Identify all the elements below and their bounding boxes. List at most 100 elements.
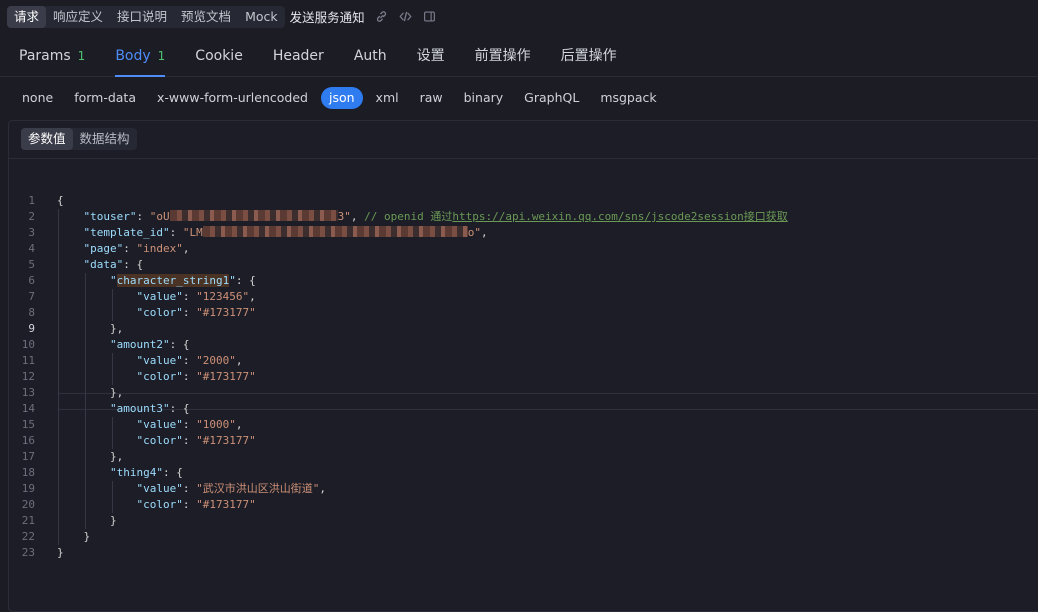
code-line: 18 "thing4": { xyxy=(9,465,1038,481)
line-number: 16 xyxy=(21,434,35,447)
json-string: 3" xyxy=(337,210,351,223)
code-comment: 接口获取 xyxy=(743,210,788,223)
body-type-xml[interactable]: xml xyxy=(368,87,407,109)
body-type-none[interactable]: none xyxy=(14,87,61,109)
seg-api-description[interactable]: 接口说明 xyxy=(110,6,174,28)
line-number: 12 xyxy=(21,370,35,383)
code-icon[interactable] xyxy=(399,10,413,24)
code-line: 1{ xyxy=(9,193,1038,209)
json-key: " xyxy=(109,274,117,287)
tab-cookie[interactable]: Cookie xyxy=(180,34,258,76)
line-number: 1 xyxy=(28,194,35,207)
json-key: " xyxy=(229,274,236,287)
tab-label: Auth xyxy=(353,48,387,64)
code-line: 5 "data": { xyxy=(9,257,1038,273)
tab-post-operations[interactable]: 后置操作 xyxy=(546,34,632,76)
body-type-raw[interactable]: raw xyxy=(412,87,451,109)
body-type-selector: none form-data x-www-form-urlencoded jso… xyxy=(0,86,667,110)
redacted-openid xyxy=(169,210,338,221)
view-data-structure[interactable]: 数据结构 xyxy=(73,128,137,150)
code-line: 15 "value": "1000", xyxy=(9,417,1038,433)
line-number: 13 xyxy=(21,386,35,399)
code-line: 3 "template_id": "LM o", xyxy=(9,225,1038,241)
json-key: "color" xyxy=(136,434,183,447)
json-string: "#173177" xyxy=(196,370,256,383)
code-line: 23} xyxy=(9,545,1038,561)
code-line: 2 "touser": "oU 3", // openid 通过https://a… xyxy=(9,209,1038,225)
tab-label: Header xyxy=(272,48,324,64)
code-line: 16 "color": "#173177" xyxy=(9,433,1038,449)
json-key: "touser" xyxy=(83,210,137,223)
tab-label: Cookie xyxy=(195,48,243,64)
line-number: 5 xyxy=(28,258,35,271)
line-number: 23 xyxy=(21,546,35,559)
request-toolbar: 请求 响应定义 接口说明 预览文档 Mock 发送服务通知 xyxy=(0,0,1038,33)
json-key: "value" xyxy=(136,290,183,303)
json-key: "amount3" xyxy=(109,402,170,415)
body-view-switcher: 参数值 数据结构 xyxy=(21,128,137,150)
json-string: "oU xyxy=(149,210,170,223)
json-string: "2000" xyxy=(196,354,236,367)
json-string: "武汉市洪山区洪山街道" xyxy=(196,482,320,495)
json-string: "#173177" xyxy=(196,498,256,511)
tab-auth[interactable]: Auth xyxy=(339,34,402,76)
json-key: "value" xyxy=(136,354,183,367)
line-number: 7 xyxy=(28,290,35,303)
code-line: 13 }, xyxy=(9,385,1038,401)
json-key: "color" xyxy=(136,498,183,511)
code-line: 4 "page": "index", xyxy=(9,241,1038,257)
tab-header[interactable]: Header xyxy=(258,34,339,76)
json-key: "color" xyxy=(136,370,183,383)
code-line: 12 "color": "#173177" xyxy=(9,369,1038,385)
line-number: 6 xyxy=(28,274,35,287)
tab-settings[interactable]: 设置 xyxy=(402,34,460,76)
json-editor[interactable]: 1{ 2 "touser": "oU 3", // openid 通过https:… xyxy=(9,193,1038,561)
panel-icon[interactable] xyxy=(423,10,437,24)
json-body-panel: 参数值 数据结构 1{ 2 "touser": "oU 3", // openid… xyxy=(8,120,1038,612)
tab-label: 前置操作 xyxy=(474,48,531,64)
body-type-json[interactable]: json xyxy=(320,87,363,109)
json-string: "1000" xyxy=(196,418,236,431)
request-view-switcher: 请求 响应定义 接口说明 预览文档 Mock xyxy=(7,5,285,28)
line-number: 22 xyxy=(21,530,35,543)
seg-mock[interactable]: Mock xyxy=(238,6,285,28)
line-number: 2 xyxy=(28,210,35,223)
seg-response-definition[interactable]: 响应定义 xyxy=(46,6,110,28)
line-number: 17 xyxy=(21,450,35,463)
body-type-msgpack[interactable]: msgpack xyxy=(592,87,664,109)
tab-badge: 1 xyxy=(157,49,166,63)
line-number: 14 xyxy=(21,402,35,415)
tab-label: 设置 xyxy=(416,48,445,64)
tab-body[interactable]: Body 1 xyxy=(100,34,180,77)
json-key: "amount2" xyxy=(109,338,170,351)
body-type-form-data[interactable]: form-data xyxy=(66,87,144,109)
code-line: 20 "color": "#173177" xyxy=(9,497,1038,513)
redacted-template-id xyxy=(202,226,468,237)
view-parameter-values[interactable]: 参数值 xyxy=(21,128,73,150)
line-number: 20 xyxy=(21,498,35,511)
tab-label: 后置操作 xyxy=(560,48,617,64)
body-type-graphql[interactable]: GraphQL xyxy=(516,87,587,109)
json-string: "123456" xyxy=(196,290,250,303)
code-line: 8 "color": "#173177" xyxy=(9,305,1038,321)
seg-request[interactable]: 请求 xyxy=(7,5,47,28)
tab-label: Body xyxy=(115,48,151,64)
api-title[interactable]: 发送服务通知 xyxy=(290,7,365,26)
json-string: o" xyxy=(467,226,481,239)
code-line: 10 "amount2": { xyxy=(9,337,1038,353)
comment-link[interactable]: https://api.weixin.qq.com/sns/jscode2ses… xyxy=(452,210,743,223)
json-string: "#173177" xyxy=(196,306,256,319)
body-type-binary[interactable]: binary xyxy=(456,87,512,109)
code-line: 19 "value": "武汉市洪山区洪山街道", xyxy=(9,481,1038,497)
json-string: "LM xyxy=(182,226,203,239)
tab-params[interactable]: Params 1 xyxy=(0,34,100,76)
link-icon[interactable] xyxy=(375,10,389,24)
code-line: 14 "amount3": { xyxy=(9,401,1038,417)
json-string: "index" xyxy=(136,242,183,255)
json-string: "#173177" xyxy=(196,434,256,447)
code-line: 17 }, xyxy=(9,449,1038,465)
code-line: 11 "value": "2000", xyxy=(9,353,1038,369)
tab-pre-operations[interactable]: 前置操作 xyxy=(460,34,546,76)
body-type-urlencoded[interactable]: x-www-form-urlencoded xyxy=(149,87,316,109)
seg-preview-docs[interactable]: 预览文档 xyxy=(174,6,238,28)
